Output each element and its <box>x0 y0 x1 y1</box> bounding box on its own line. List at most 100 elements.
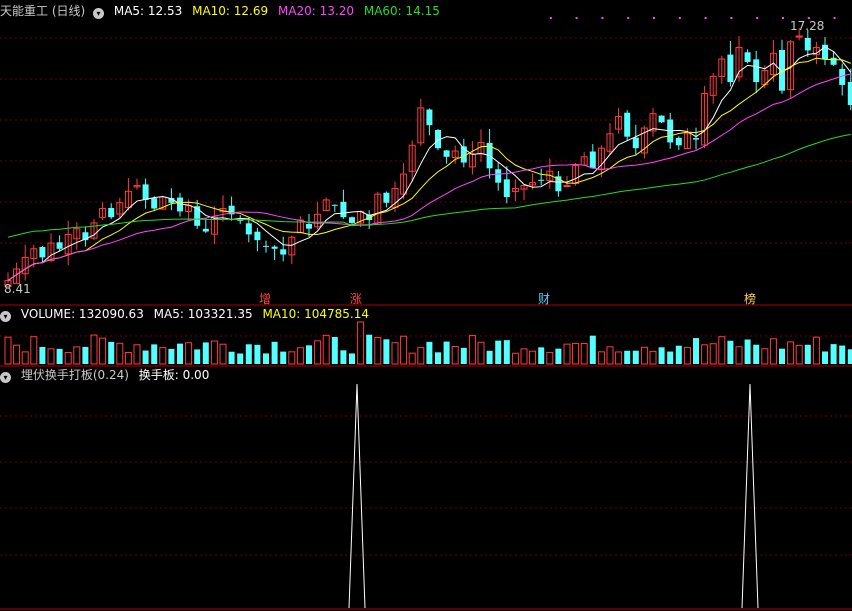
volume-bar <box>30 336 38 365</box>
candle-body <box>503 179 510 198</box>
volume-bar <box>572 342 580 365</box>
candle-body <box>538 179 545 181</box>
volume-bar <box>13 344 21 365</box>
candle-body <box>202 228 209 232</box>
volume-bar <box>511 352 519 365</box>
volume-bar <box>383 339 390 364</box>
volume-bar <box>658 347 665 364</box>
volume-bar <box>280 351 287 364</box>
event-marker-2[interactable]: 涨 <box>350 290 362 307</box>
candle-body <box>39 246 46 258</box>
volume-bar <box>408 352 416 365</box>
event-marker-4[interactable]: 榜 <box>744 290 756 307</box>
candle-body <box>744 52 751 62</box>
volume-bar <box>667 351 674 364</box>
volume-bar <box>468 335 476 365</box>
volume-bar <box>597 351 605 365</box>
volume-bar <box>744 339 751 364</box>
candle-body <box>632 137 639 149</box>
volume-bar <box>495 340 502 364</box>
volume-bar <box>795 344 803 365</box>
volume-bar <box>39 346 46 364</box>
volume-bar <box>177 343 183 364</box>
signal-dot <box>756 17 759 19</box>
volume-bar <box>649 350 657 365</box>
candle-body <box>563 185 571 188</box>
volume-bar <box>477 341 485 365</box>
signal-dot <box>782 17 784 19</box>
volume-bar <box>99 337 107 365</box>
volume-bar <box>124 352 132 365</box>
low-price-label: 8.41 <box>4 282 31 296</box>
volume-bar <box>56 348 63 364</box>
volume-bar <box>443 341 450 364</box>
signal-dot <box>833 17 836 19</box>
volume-bar <box>693 338 699 364</box>
candle-body <box>727 54 734 83</box>
volume-bar <box>90 334 98 365</box>
ma10-line <box>7 57 851 281</box>
candle-body <box>340 201 347 218</box>
volume-bar <box>202 342 209 364</box>
volume-bar <box>185 342 193 365</box>
indicator-spike <box>741 383 759 609</box>
volume-bar <box>812 336 820 365</box>
volume-bar <box>47 348 55 365</box>
event-marker-1[interactable]: 增 <box>259 290 271 307</box>
candle-body <box>349 217 355 223</box>
volume-bar <box>589 335 596 364</box>
volume-bar <box>546 351 554 365</box>
volume-bar <box>391 342 399 365</box>
volume-bar <box>237 353 244 364</box>
volume-bar <box>529 350 537 365</box>
volume-bar <box>606 346 614 365</box>
volume-bar <box>116 342 124 365</box>
volume-bar <box>314 340 322 365</box>
volume-bar <box>753 344 760 364</box>
candle-body <box>589 151 596 169</box>
kline-chart[interactable] <box>0 0 852 611</box>
volume-bar <box>779 348 785 364</box>
volume-bar <box>108 341 115 364</box>
signal-dot <box>704 17 707 19</box>
volume-bar <box>830 344 837 364</box>
event-marker-3[interactable]: 财 <box>538 290 550 307</box>
volume-bar <box>709 343 717 365</box>
volume-bar <box>769 338 777 365</box>
ma5-line <box>7 46 852 281</box>
volume-bar <box>21 351 29 365</box>
volume-bar <box>640 346 648 365</box>
signal-dot <box>653 17 655 19</box>
volume-bar <box>254 344 261 364</box>
volume-bar <box>168 348 175 364</box>
candle-body <box>56 242 63 249</box>
candle-body <box>658 115 665 123</box>
volume-bar <box>426 341 433 364</box>
ma20-line <box>7 73 851 281</box>
indicator-spike <box>348 383 366 609</box>
candle-body <box>271 246 278 249</box>
volume-bar <box>64 352 72 365</box>
candle-body <box>306 224 312 229</box>
volume-bar <box>451 345 459 365</box>
volume-bar <box>538 347 545 364</box>
volume-bar <box>331 336 338 364</box>
signal-dot <box>549 17 552 19</box>
volume-bar <box>288 351 296 365</box>
candle-body <box>331 204 338 206</box>
candle-body <box>847 82 852 106</box>
candle-body <box>495 169 502 183</box>
volume-bar <box>228 351 235 364</box>
volume-bar <box>615 351 623 365</box>
volume-bar <box>718 336 726 365</box>
volume-bar <box>701 344 709 365</box>
volume-bar <box>486 350 493 364</box>
candle-body <box>795 35 803 38</box>
volume-bar <box>822 351 828 364</box>
volume-bar <box>804 344 811 364</box>
volume-bar <box>219 343 227 365</box>
volume-bar <box>374 336 382 365</box>
signal-dot <box>730 17 733 19</box>
candle-body <box>263 245 269 247</box>
volume-bar <box>624 350 631 364</box>
